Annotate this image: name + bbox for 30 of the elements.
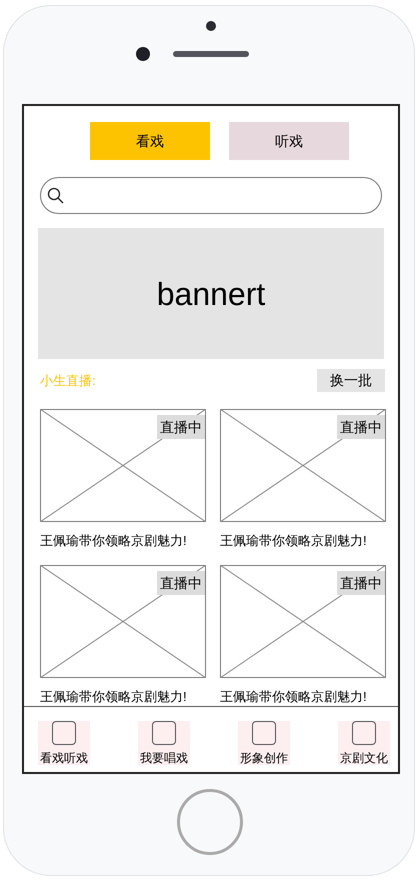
image-placeholder[interactable] xyxy=(40,409,206,522)
tab[interactable]: 看戏 xyxy=(90,122,210,160)
home-button[interactable] xyxy=(177,789,243,855)
nav-item[interactable]: 形象创作 xyxy=(238,721,290,765)
search-field[interactable] xyxy=(40,177,382,214)
nav-icon xyxy=(152,721,176,745)
banner[interactable]: bannert xyxy=(38,228,384,359)
nav-icon xyxy=(252,721,276,745)
nav-icon xyxy=(352,721,376,745)
banner-text: bannert xyxy=(156,274,266,314)
nav-icon xyxy=(52,721,76,745)
nav-item[interactable]: 看戏听戏 xyxy=(38,721,90,765)
card-title[interactable]: 王佩瑜带你领略京剧魅力! xyxy=(40,531,206,550)
nav-item[interactable]: 京剧文化 xyxy=(338,721,390,765)
image-placeholder[interactable] xyxy=(220,409,386,522)
live-badge: 直播中 xyxy=(157,570,205,594)
card-title[interactable]: 王佩瑜带你领略京剧魅力! xyxy=(220,531,386,550)
refresh-button[interactable]: 换一批 xyxy=(317,369,385,392)
live-badge: 直播中 xyxy=(337,570,385,594)
live-badge: 直播中 xyxy=(157,415,205,439)
image-placeholder[interactable] xyxy=(220,564,386,678)
image-placeholder[interactable] xyxy=(40,564,206,678)
card-title[interactable]: 王佩瑜带你领略京剧魅力! xyxy=(220,686,386,706)
speaker-icon xyxy=(173,51,249,57)
live-badge: 直播中 xyxy=(337,415,385,439)
nav-item[interactable]: 我要唱戏 xyxy=(138,721,190,765)
section-title: 小生直播: xyxy=(40,372,96,390)
tab[interactable]: 听戏 xyxy=(229,122,349,160)
card-title[interactable]: 王佩瑜带你领略京剧魅力! xyxy=(40,686,206,706)
search-icon xyxy=(47,186,65,205)
